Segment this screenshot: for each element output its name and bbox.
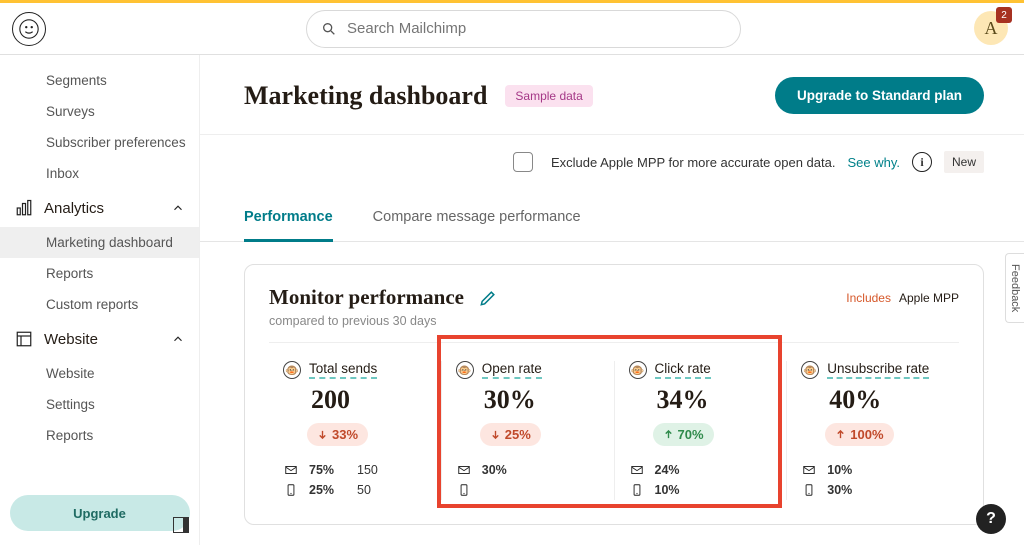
metric-value: 34% bbox=[657, 385, 773, 415]
brand-logo[interactable] bbox=[12, 12, 46, 46]
sidebar-item[interactable]: Reports bbox=[0, 420, 199, 451]
metric-value: 30% bbox=[484, 385, 600, 415]
sidebar-item-marketing-dashboard[interactable]: Marketing dashboard bbox=[0, 227, 199, 258]
metric-change: 70% bbox=[653, 423, 714, 446]
sidebar-item[interactable]: Segments bbox=[0, 65, 199, 96]
sidebar-section-label: Website bbox=[44, 331, 98, 348]
metric-value: 40% bbox=[829, 385, 945, 415]
tab-performance[interactable]: Performance bbox=[244, 199, 333, 242]
upgrade-button[interactable]: Upgrade bbox=[10, 495, 190, 531]
sidebar-section-label: Analytics bbox=[44, 200, 104, 217]
metric-click-rate: 🐵 Click rate 34% 70% 24%10% bbox=[614, 361, 787, 500]
sidebar-item[interactable]: Subscriber preferences bbox=[0, 127, 199, 158]
sidebar-item[interactable]: Inbox bbox=[0, 158, 199, 189]
monkey-icon: 🐵 bbox=[629, 361, 647, 379]
new-badge: New bbox=[944, 151, 984, 173]
metric-breakdown-row: 30% bbox=[456, 460, 600, 480]
metric-change: 100% bbox=[825, 423, 893, 446]
avatar[interactable]: A 2 bbox=[974, 11, 1008, 45]
sidebar: Segments Surveys Subscriber preferences … bbox=[0, 55, 200, 545]
mobile-icon bbox=[283, 483, 299, 497]
monitor-performance-card: Monitor performance Includes Apple MPP c… bbox=[244, 264, 984, 525]
sidebar-item[interactable]: Custom reports bbox=[0, 289, 199, 320]
metric-breakdown-row: 30% bbox=[801, 480, 945, 500]
includes-label: Includes bbox=[846, 291, 891, 305]
tabs: Performance Compare message performance bbox=[200, 199, 1024, 242]
chevron-up-icon bbox=[171, 332, 185, 346]
exclude-mpp-checkbox[interactable] bbox=[513, 152, 533, 172]
mpp-banner: Exclude Apple MPP for more accurate open… bbox=[244, 151, 984, 173]
metric-breakdown-row: 25%50 bbox=[283, 480, 427, 500]
email-icon bbox=[629, 463, 645, 477]
mobile-icon bbox=[456, 483, 472, 497]
feedback-tab[interactable]: Feedback bbox=[1005, 253, 1024, 323]
metric-value: 200 bbox=[311, 385, 427, 415]
chevron-up-icon bbox=[171, 201, 185, 215]
top-bar: A 2 bbox=[0, 3, 1024, 55]
tab-compare[interactable]: Compare message performance bbox=[373, 199, 581, 241]
card-subtitle: compared to previous 30 days bbox=[269, 314, 959, 328]
metric-label: Click rate bbox=[655, 361, 711, 379]
metric-change: 33% bbox=[307, 423, 368, 446]
email-icon bbox=[456, 463, 472, 477]
sample-data-badge: Sample data bbox=[505, 85, 592, 107]
edit-icon[interactable] bbox=[478, 288, 498, 308]
info-icon[interactable]: i bbox=[912, 152, 932, 172]
metric-unsubscribe-rate: 🐵 Unsubscribe rate 40% 100% 10%30% bbox=[786, 361, 959, 500]
search-bar[interactable] bbox=[306, 10, 741, 48]
metric-breakdown-row: 24% bbox=[629, 460, 773, 480]
upgrade-plan-button[interactable]: Upgrade to Standard plan bbox=[775, 77, 984, 114]
search-icon bbox=[321, 21, 337, 37]
email-icon bbox=[283, 463, 299, 477]
metric-breakdown-row bbox=[456, 480, 600, 500]
mobile-icon bbox=[801, 483, 817, 497]
metric-open-rate: 🐵 Open rate 30% 25% 30% bbox=[441, 361, 614, 500]
monkey-icon: 🐵 bbox=[283, 361, 301, 379]
includes-value: Apple MPP bbox=[899, 291, 959, 305]
mobile-icon bbox=[629, 483, 645, 497]
page-header: Marketing dashboard Sample data Upgrade … bbox=[200, 55, 1024, 135]
page-title: Marketing dashboard bbox=[244, 81, 487, 111]
website-icon bbox=[14, 330, 34, 348]
monkey-icon bbox=[18, 18, 40, 40]
analytics-icon bbox=[14, 199, 34, 217]
sidebar-section-analytics[interactable]: Analytics bbox=[0, 189, 199, 227]
metric-breakdown-row: 10% bbox=[629, 480, 773, 500]
metric-breakdown-row: 75%150 bbox=[283, 460, 427, 480]
metric-breakdown-row: 10% bbox=[801, 460, 945, 480]
notification-badge: 2 bbox=[996, 7, 1012, 23]
main-content: Marketing dashboard Sample data Upgrade … bbox=[200, 55, 1024, 545]
card-title: Monitor performance bbox=[269, 285, 464, 310]
metric-total-sends: 🐵 Total sends 200 33% 75%15025%50 bbox=[269, 361, 441, 500]
metric-label: Unsubscribe rate bbox=[827, 361, 929, 379]
sidebar-section-website[interactable]: Website bbox=[0, 320, 199, 358]
help-button[interactable]: ? bbox=[976, 504, 1006, 534]
sidebar-item[interactable]: Reports bbox=[0, 258, 199, 289]
metric-label: Open rate bbox=[482, 361, 542, 379]
panel-toggle-icon[interactable] bbox=[173, 517, 189, 533]
metric-change: 25% bbox=[480, 423, 541, 446]
email-icon bbox=[801, 463, 817, 477]
banner-text: Exclude Apple MPP for more accurate open… bbox=[551, 155, 835, 170]
monkey-icon: 🐵 bbox=[801, 361, 819, 379]
search-input[interactable] bbox=[347, 20, 726, 37]
sidebar-item[interactable]: Settings bbox=[0, 389, 199, 420]
sidebar-item[interactable]: Surveys bbox=[0, 96, 199, 127]
see-why-link[interactable]: See why. bbox=[847, 155, 900, 170]
metric-label: Total sends bbox=[309, 361, 377, 379]
sidebar-item[interactable]: Website bbox=[0, 358, 199, 389]
monkey-icon: 🐵 bbox=[456, 361, 474, 379]
